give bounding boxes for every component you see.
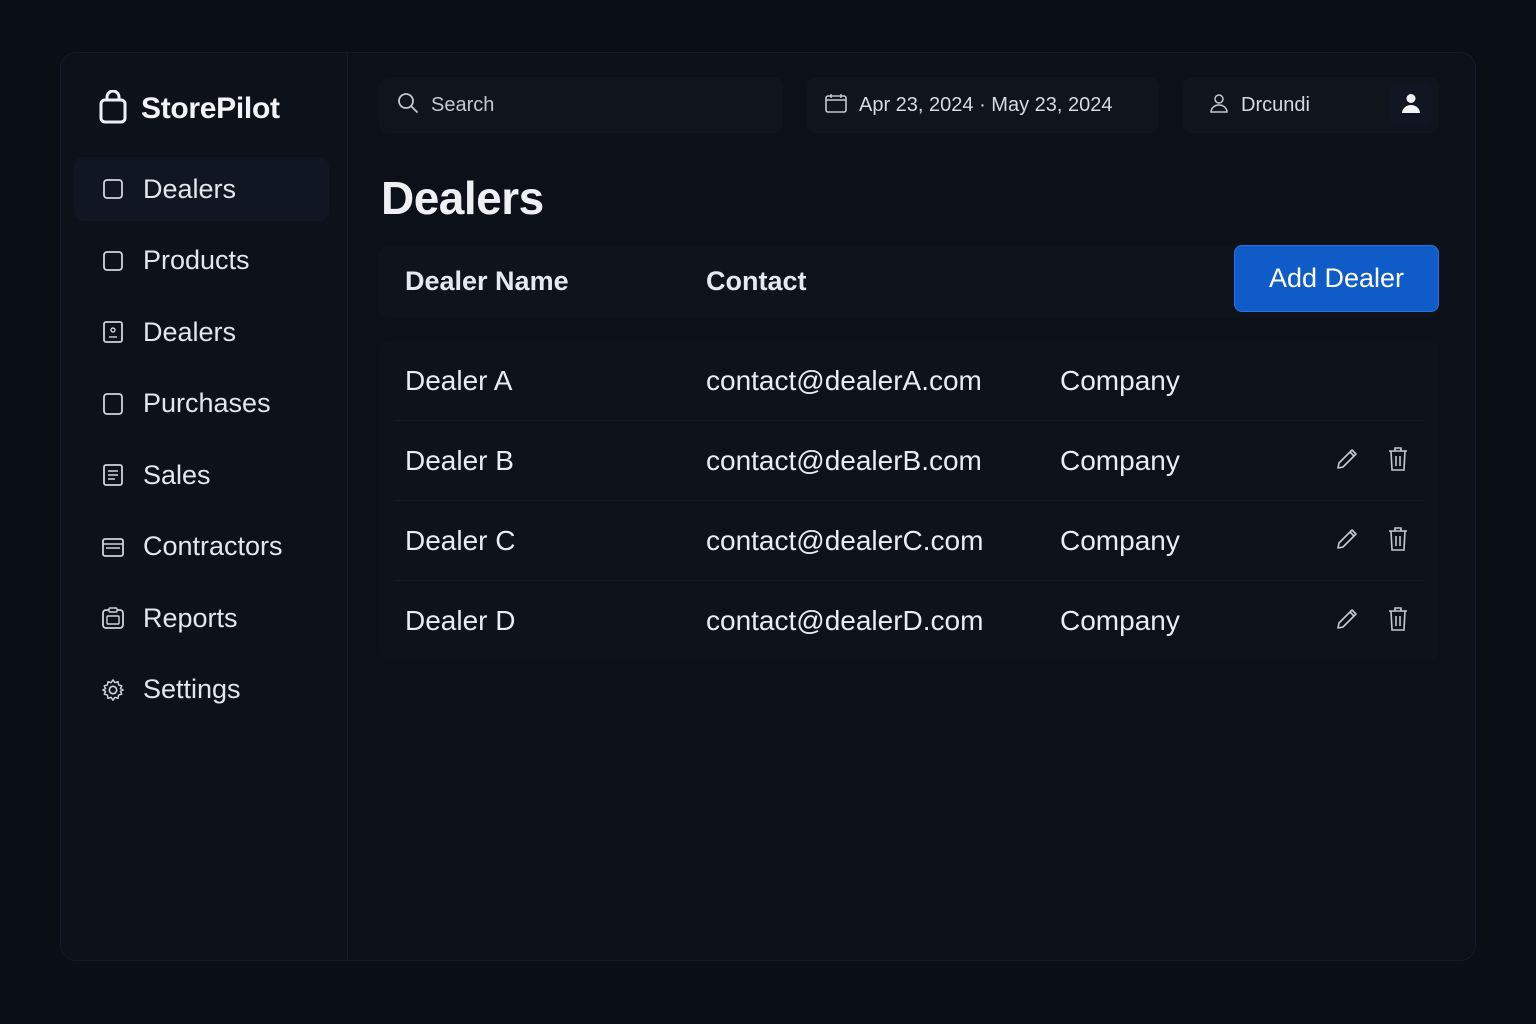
column-header-dealer-name[interactable]: Dealer Name [405, 245, 569, 317]
add-dealer-button[interactable]: Add Dealer [1234, 245, 1439, 312]
id-badge-icon [101, 320, 125, 344]
sidebar-item-contractors[interactable]: Contractors [74, 515, 329, 579]
gear-icon [101, 678, 125, 702]
dealer-type-cell: Company [1060, 445, 1180, 476]
dealer-contact-cell: contact@dealerA.com [706, 365, 982, 396]
dealer-name-cell: Dealer D [405, 605, 516, 636]
table-row[interactable]: Dealer A contact@dealerA.com Company [379, 341, 1439, 421]
brand-title: StorePilot [141, 92, 280, 125]
avatar[interactable] [1389, 83, 1433, 127]
document-lines-icon [101, 463, 125, 487]
brand[interactable]: StorePilot [99, 89, 280, 129]
sidebar-item-reports[interactable]: Reports [74, 586, 329, 650]
dealer-type-cell: Company [1060, 605, 1180, 636]
sidebar-item-products[interactable]: Products [74, 229, 329, 293]
table-row[interactable]: Dealer B contact@dealerB.com Company [379, 421, 1439, 501]
edit-button[interactable] [1333, 447, 1361, 475]
clipboard-icon [101, 606, 125, 630]
table-row[interactable]: Dealer C contact@dealerC.com Company [379, 501, 1439, 581]
sidebar-item-label: Dealers [143, 316, 237, 347]
dealer-contact-cell: contact@dealerD.com [706, 605, 984, 636]
table-row[interactable]: Dealer D contact@dealerD.com Company [379, 581, 1439, 661]
dealer-name-cell: Dealer A [405, 365, 513, 396]
column-header-contact[interactable]: Contact [706, 245, 807, 317]
delete-button[interactable] [1384, 606, 1412, 637]
dealer-contact-cell: contact@dealerB.com [706, 445, 982, 476]
search-placeholder: Search [431, 93, 495, 116]
dealer-contact-cell: contact@dealerC.com [706, 525, 984, 556]
user-icon [1400, 92, 1422, 119]
rounded-square-icon [101, 392, 125, 416]
sidebar-nav: Dealers Products Dealers Purchases Sales… [74, 157, 329, 729]
dealer-name-cell: Dealer B [405, 445, 514, 476]
calendar-icon [825, 93, 847, 118]
search-input[interactable]: Search [379, 77, 783, 133]
pencil-icon [1334, 606, 1360, 637]
dealer-name-cell: Dealer C [405, 525, 516, 556]
shopping-bag-icon [99, 89, 127, 129]
page-title: Dealers [381, 172, 544, 224]
sidebar-item-label: Sales [143, 459, 211, 490]
trash-icon [1387, 526, 1409, 557]
sidebar-item-label: Settings [143, 674, 241, 704]
sidebar-item-label: Reports [143, 602, 238, 633]
app-window: StorePilot Dealers Products Dealers Purc… [60, 52, 1476, 961]
dealer-type-cell: Company [1060, 365, 1180, 396]
delete-button[interactable] [1384, 526, 1412, 557]
search-icon [397, 92, 419, 119]
pencil-icon [1334, 526, 1360, 557]
dealer-type-cell: Company [1060, 525, 1180, 556]
trash-icon [1387, 606, 1409, 637]
sidebar-item-dealers[interactable]: Dealers [74, 157, 329, 221]
date-range-picker[interactable]: Apr 23, 2024 · May 23, 2024 [807, 77, 1159, 133]
sidebar: StorePilot Dealers Products Dealers Purc… [61, 53, 348, 960]
pencil-icon [1334, 446, 1360, 477]
sidebar-item-settings[interactable]: Settings [74, 658, 329, 722]
trash-icon [1387, 446, 1409, 477]
sidebar-item-purchases[interactable]: Purchases [74, 372, 329, 436]
square-icon [101, 177, 125, 201]
sidebar-item-dealers-2[interactable]: Dealers [74, 300, 329, 364]
user-outline-icon [1209, 93, 1229, 118]
card-icon [101, 535, 125, 559]
edit-button[interactable] [1333, 607, 1361, 635]
sidebar-item-label: Contractors [143, 531, 283, 561]
sidebar-item-label: Purchases [143, 388, 271, 418]
sidebar-item-label: Dealers [143, 173, 237, 204]
user-menu[interactable]: Drcundi [1183, 77, 1439, 133]
edit-button[interactable] [1333, 527, 1361, 555]
date-range-value: Apr 23, 2024 · May 23, 2024 [859, 93, 1113, 116]
user-name: Drcundi [1241, 93, 1310, 116]
delete-button[interactable] [1384, 446, 1412, 477]
sidebar-item-label: Products [143, 245, 250, 275]
square-icon [101, 249, 125, 273]
sidebar-item-sales[interactable]: Sales [74, 443, 329, 507]
dealers-table: Dealer A contact@dealerA.com Company Dea… [379, 341, 1439, 661]
